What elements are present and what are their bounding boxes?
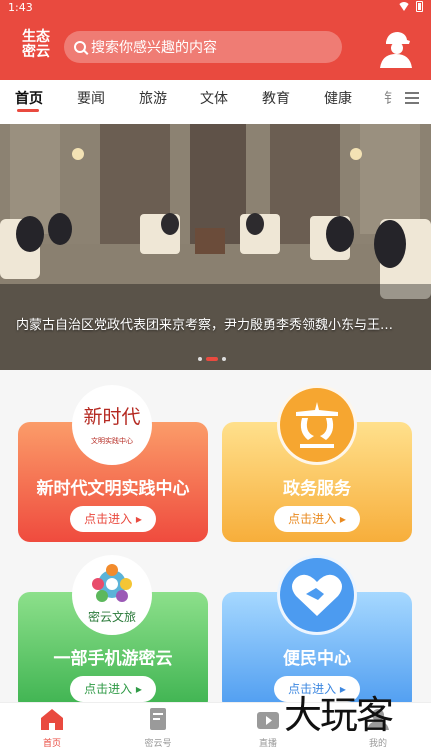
tab-culture[interactable]: 文体 [200,88,228,108]
tab-news[interactable]: 要闻 [77,88,105,108]
tab-education[interactable]: 教育 [262,88,290,108]
enter-button[interactable]: 点击进入 ▸ [274,506,360,532]
status-bar: 1:43 [0,0,431,16]
enter-label: 点击进入 [84,512,133,526]
civilization-badge-icon: 新时代 文明实践中心 [72,385,152,465]
wifi-icon [398,2,410,11]
carousel-dots [198,357,226,361]
nav-label: 首页 [42,739,61,749]
news-carousel[interactable]: 内蒙古自治区党政代表团来京考察，尹力殷勇李秀领魏小东与王… [0,124,431,370]
building-icon [296,402,338,448]
enter-label: 点击进入 [84,682,133,696]
tab-health[interactable]: 健康 [324,88,352,108]
enter-button[interactable]: 点击进入 ▸ [70,676,156,702]
logo-line-1: 生态 [22,29,50,45]
nav-label: 密云号 [144,739,172,749]
home-icon [41,709,63,730]
banner-photo [0,124,431,370]
convenience-center-icon [277,555,357,635]
card-title: 便民中心 [283,649,351,669]
badge-text: 新时代 [83,406,141,428]
banner-caption: 内蒙古自治区党政代表团来京考察，尹力殷勇李秀领魏小东与王… [16,318,394,333]
nav-miyun-account[interactable]: 密云号 [128,707,188,749]
logo-line-2: 密云 [22,44,50,60]
tourism-badge-icon: 密云文旅 [72,555,152,635]
badge-text: 密云文旅 [87,610,136,624]
search-icon [74,41,86,53]
user-avatar-icon[interactable] [376,28,414,68]
active-tab-indicator [17,109,39,112]
search-input[interactable]: 搜索你感兴趣的内容 [64,31,342,63]
tab-travel[interactable]: 旅游 [139,88,167,108]
card-title: 政务服务 [283,479,351,499]
search-placeholder: 搜索你感兴趣的内容 [91,40,217,56]
carousel-dot [222,357,226,361]
enter-label: 点击进入 [288,512,337,526]
nav-home[interactable]: 首页 [22,707,82,749]
enter-button[interactable]: 点击进入 ▸ [70,506,156,532]
flower-icon [92,564,132,602]
battery-icon [416,1,423,12]
status-time: 1:43 [8,1,33,14]
watermark-text: 大玩客 [284,693,394,737]
heart-handshake-icon [292,574,342,616]
tab-more-partial[interactable]: 钅 [384,88,392,108]
carousel-dot-active [206,357,218,361]
category-tabs: 首页 要闻 旅游 文体 教育 健康 钅 [0,80,431,124]
tab-home[interactable]: 首页 [15,88,43,108]
app-header: 1:43 生态 密云 搜索你感兴趣的内容 [0,0,431,80]
play-video-icon [257,712,279,729]
badge-subtext: 文明实践中心 [91,437,133,445]
card-title: 新时代文明实践中心 [36,479,190,499]
carousel-dot [198,357,202,361]
app-logo[interactable]: 生态 密云 [18,30,54,60]
document-icon [150,708,166,730]
government-service-icon [277,385,357,465]
card-title: 一部手机游密云 [53,649,173,669]
menu-icon[interactable] [405,92,419,107]
